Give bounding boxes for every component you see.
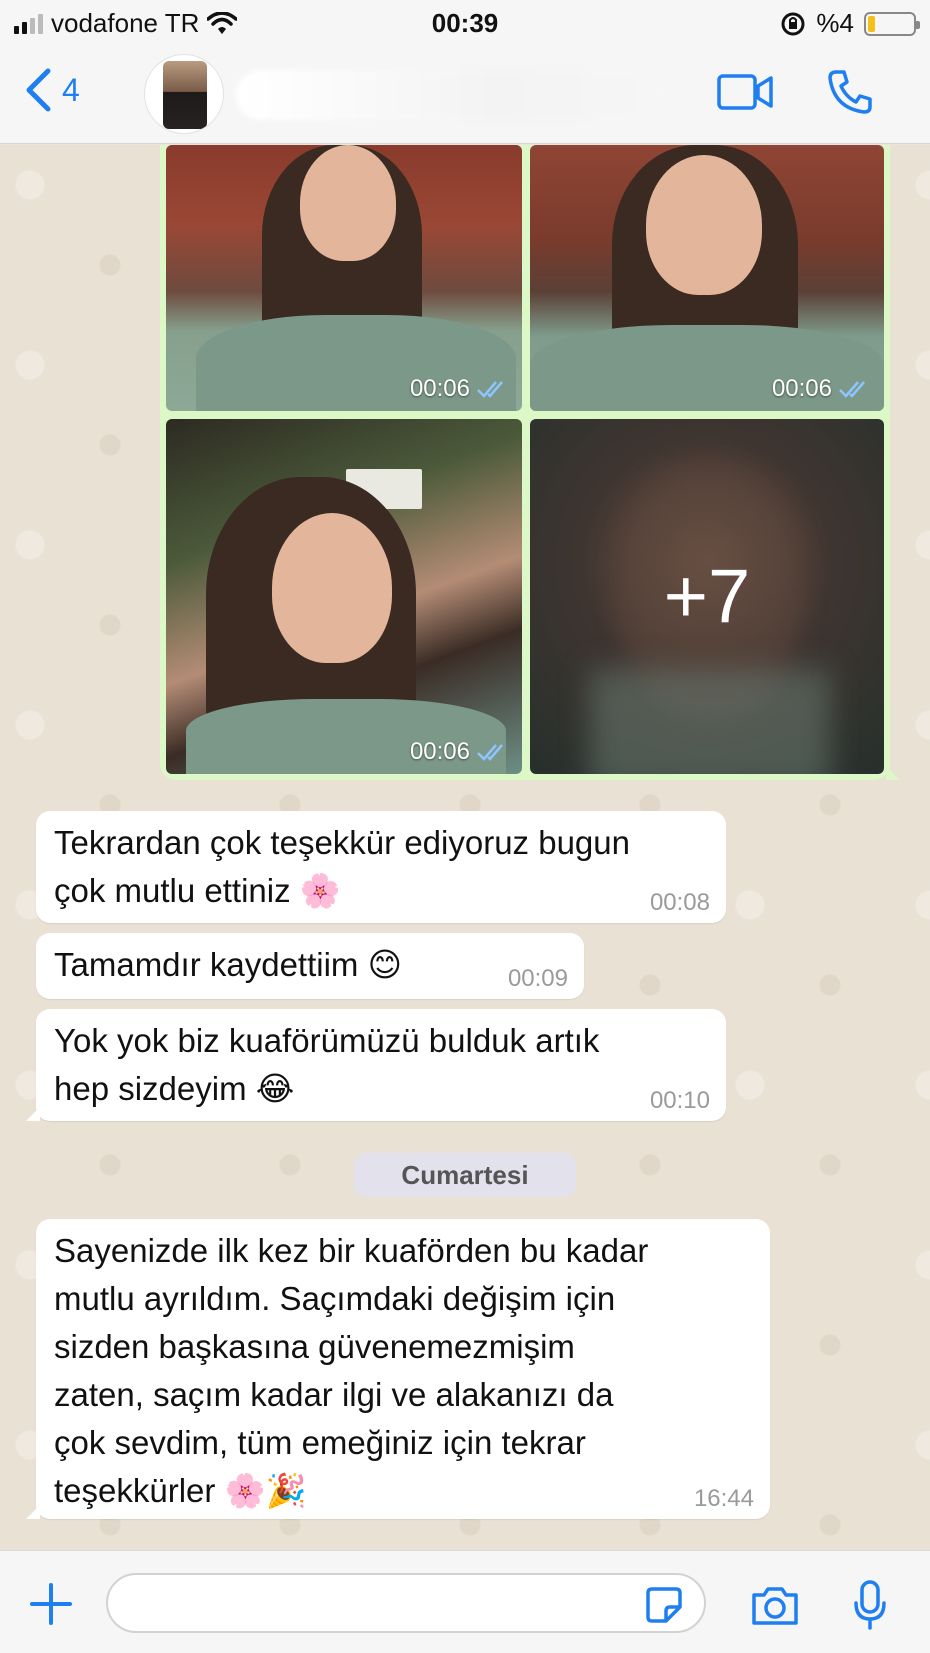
incoming-message[interactable]: Tekrardan çok teşekkür ediyoruz bugun ço… xyxy=(36,811,726,923)
media-grid-bubble[interactable]: 00:06 00:06 00:06 +7 xyxy=(160,145,900,780)
message-time: 16:44 xyxy=(693,1485,754,1512)
day-separator: Cumartesi xyxy=(354,1153,576,1197)
message-time: 00:09 xyxy=(507,965,568,992)
microphone-icon[interactable] xyxy=(852,1579,888,1631)
media-duration: 00:06 xyxy=(410,375,510,403)
media-duration: 00:06 xyxy=(772,375,872,403)
chevron-left-icon xyxy=(26,68,51,112)
status-bar: vodafone TR 00:39 %4 xyxy=(0,0,930,46)
media-duration: 00:06 xyxy=(410,738,510,766)
message-input[interactable] xyxy=(106,1573,706,1633)
contact-name-redacted[interactable] xyxy=(236,70,666,120)
double-check-icon xyxy=(477,744,503,761)
battery-icon xyxy=(864,11,920,36)
message-time: 00:08 xyxy=(649,889,710,916)
chat-header: 4 xyxy=(0,46,930,144)
message-line: sizden başkasına güvenemezmişim xyxy=(54,1328,575,1365)
video-camera-icon[interactable] xyxy=(716,72,774,112)
back-button[interactable]: 4 xyxy=(24,68,80,112)
plus-icon[interactable] xyxy=(28,1581,74,1627)
chat-area[interactable]: 00:06 00:06 00:06 +7 Tekrardan çok teşek… xyxy=(0,145,930,1550)
unread-count: 4 xyxy=(62,71,80,108)
message-line: çok sevdim, tüm emeğiniz için tekrar xyxy=(54,1424,586,1461)
media-tile[interactable]: 00:06 xyxy=(166,419,522,774)
incoming-message[interactable]: Tamamdır kaydettiim 😊 00:09 xyxy=(36,933,584,999)
message-line: Tamamdır kaydettiim 😊 xyxy=(54,946,402,983)
message-line: mutlu ayrıldım. Saçımdaki değişim için xyxy=(54,1280,616,1317)
double-check-icon xyxy=(477,381,503,398)
battery-percent: %4 xyxy=(816,8,854,38)
orientation-lock-icon xyxy=(781,12,805,35)
input-bar xyxy=(0,1550,930,1653)
media-tile[interactable]: 00:06 xyxy=(166,145,522,411)
message-line: Yok yok biz kuaförümüzü bulduk artık xyxy=(54,1022,600,1059)
incoming-message[interactable]: Yok yok biz kuaförümüzü bulduk artık hep… xyxy=(26,1009,726,1121)
message-line: Tekrardan çok teşekkür ediyoruz bugun xyxy=(54,824,630,861)
camera-icon[interactable] xyxy=(750,1585,800,1627)
incoming-message[interactable]: Sayenizde ilk kez bir kuaförden bu kadar… xyxy=(26,1219,770,1519)
avatar[interactable] xyxy=(144,54,224,134)
double-check-icon xyxy=(839,381,865,398)
message-line: çok mutlu ettiniz 🌸 xyxy=(54,872,341,909)
battery-fill xyxy=(868,15,875,32)
message-line: hep sizdeyim 😂 xyxy=(54,1070,295,1107)
avatar-photo xyxy=(163,61,207,129)
sticker-icon[interactable] xyxy=(644,1585,684,1625)
message-line: zaten, saçım kadar ilgi ve alakanızı da xyxy=(54,1376,614,1413)
more-media-count: +7 xyxy=(663,554,751,639)
status-right: %4 xyxy=(780,8,920,39)
phone-icon[interactable] xyxy=(826,68,874,116)
message-line: Sayenizde ilk kez bir kuaförden bu kadar xyxy=(54,1232,649,1269)
media-tile[interactable]: 00:06 xyxy=(530,145,884,411)
message-line: teşekkürler 🌸🎉 xyxy=(54,1472,307,1509)
media-tile-more[interactable]: +7 xyxy=(530,419,884,774)
message-time: 00:10 xyxy=(649,1087,710,1114)
